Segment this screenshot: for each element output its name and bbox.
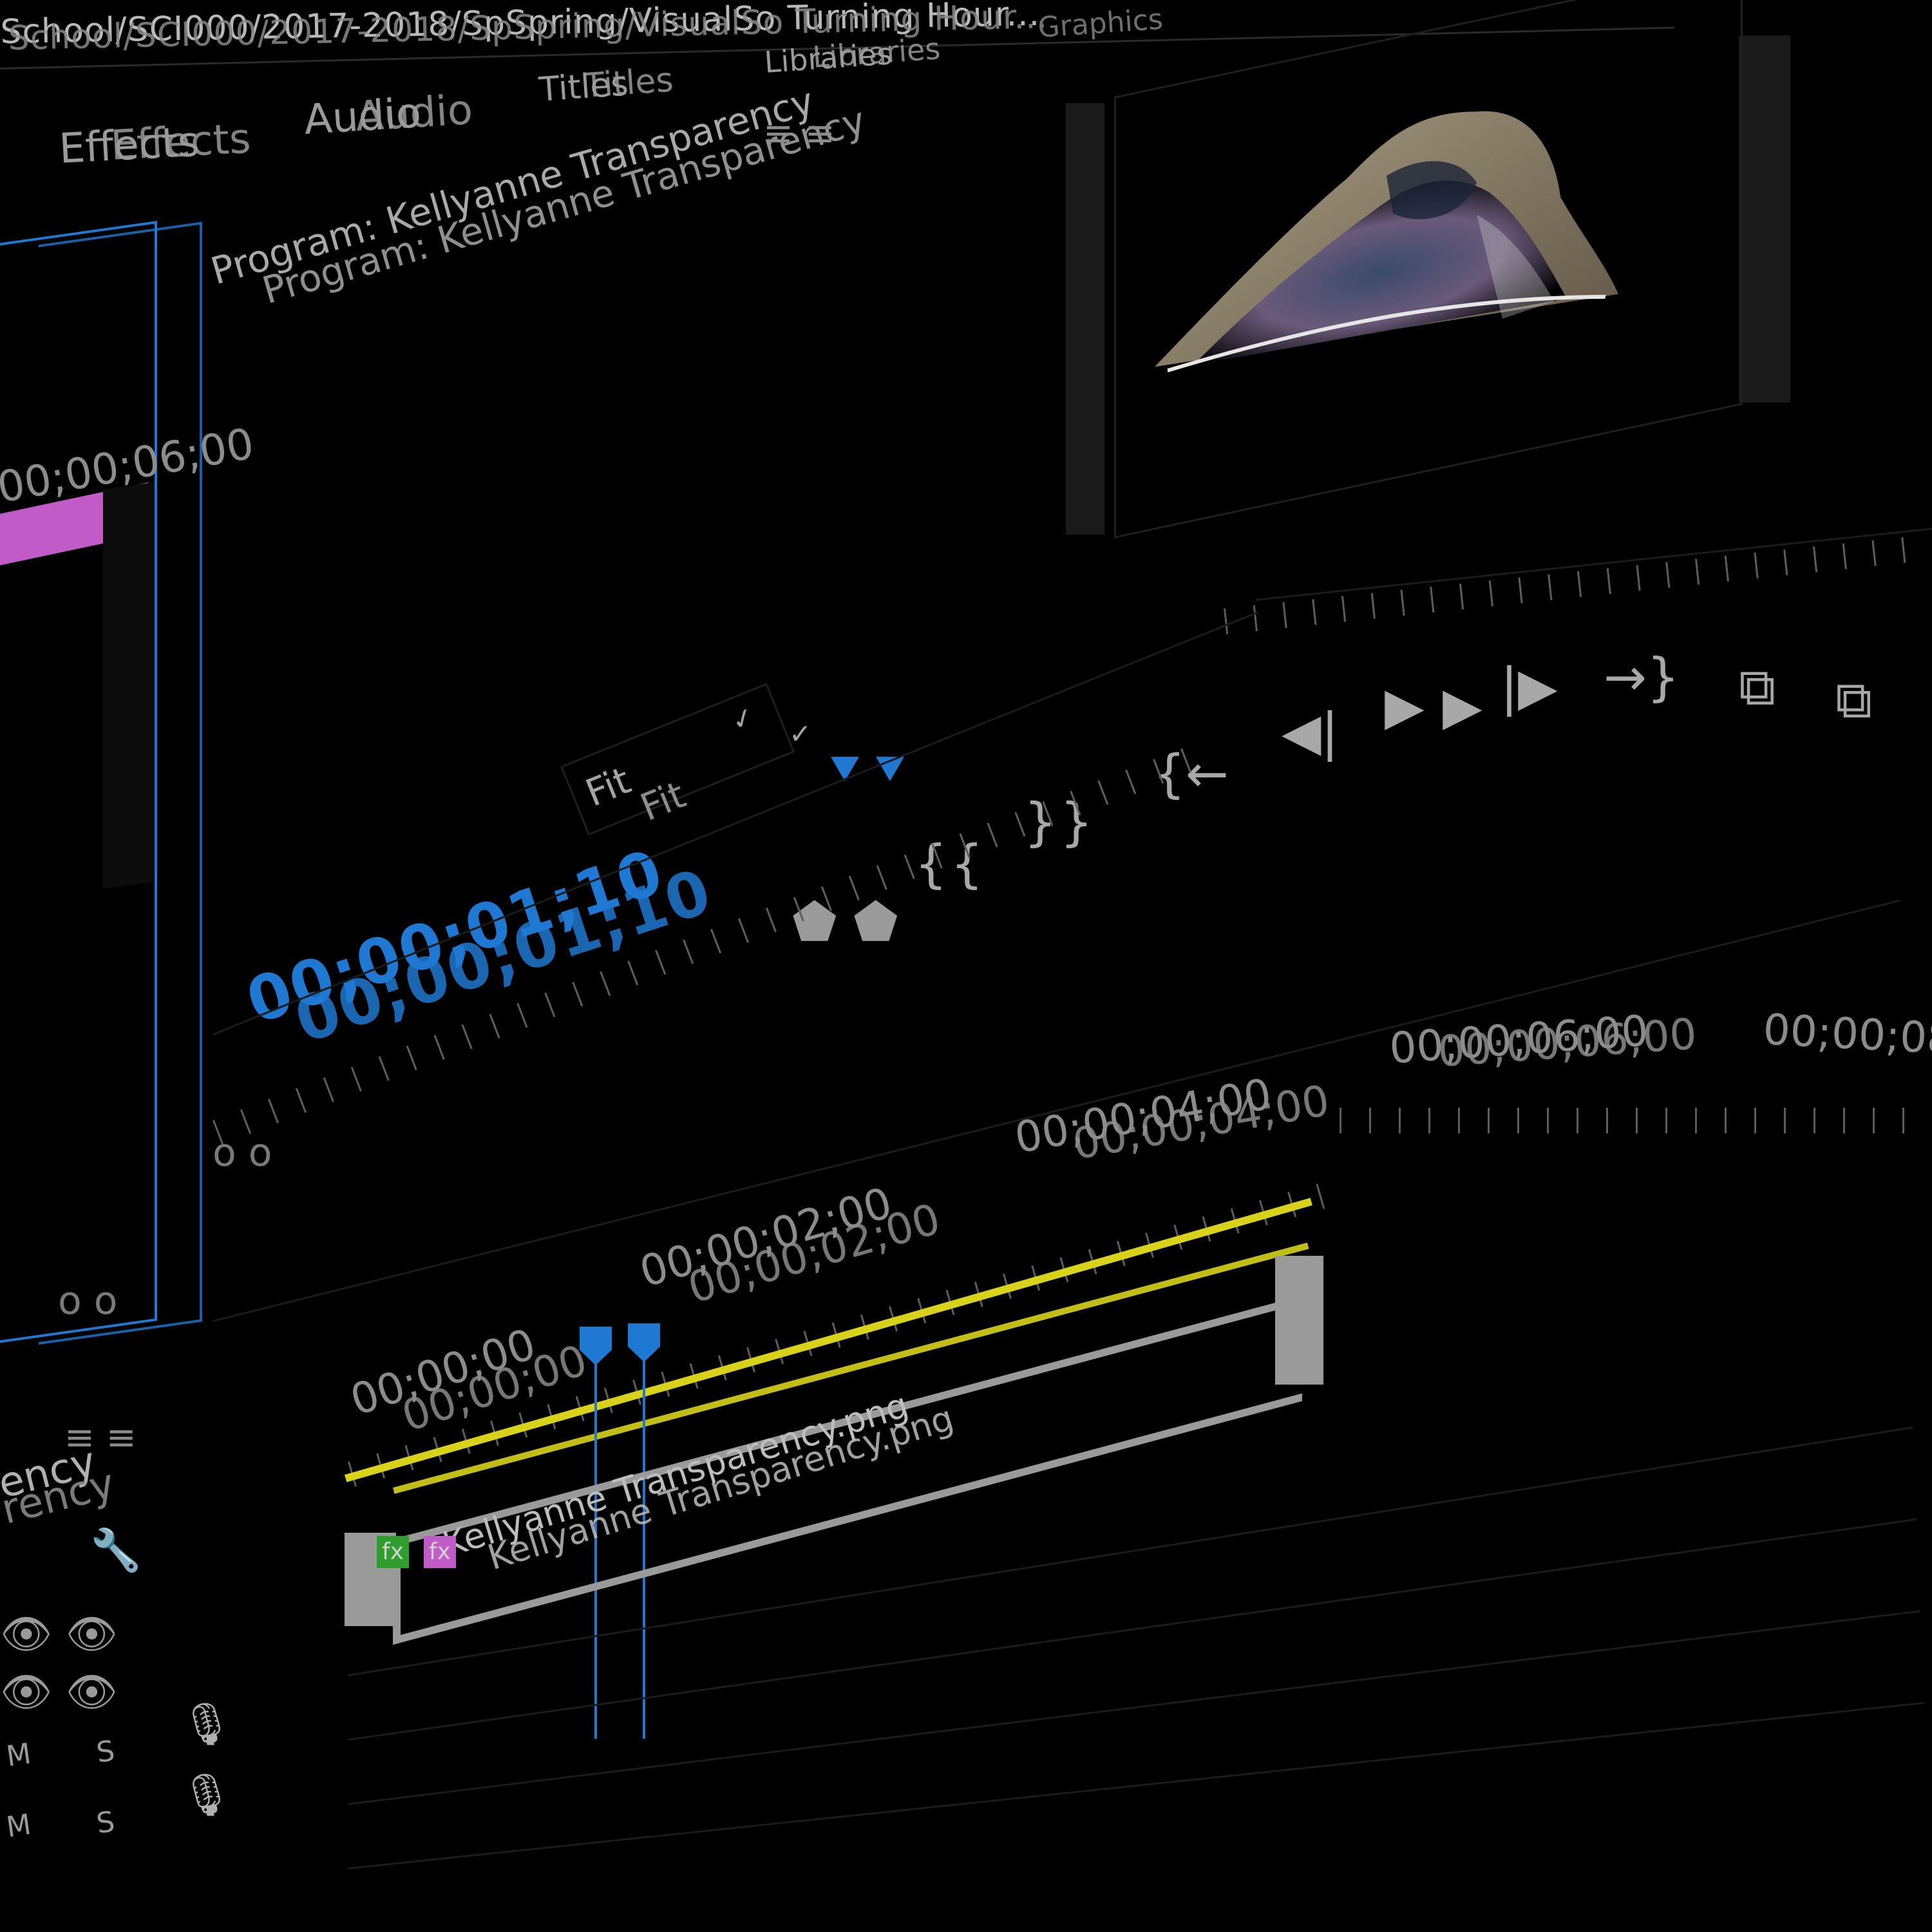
chevron-down-icon-ghost: ✓ xyxy=(789,718,812,750)
play-button-ghost: ▶ xyxy=(1443,676,1482,736)
timeline-ruler-tc-8: 00;00;08;00 xyxy=(1761,1005,1932,1068)
tab-audio-ghost: Audio xyxy=(354,86,475,141)
audio-track-solo[interactable]: S xyxy=(95,1734,117,1769)
track-separator-3 xyxy=(348,1610,1921,1805)
program-time-ruler-right[interactable] xyxy=(1224,535,1931,634)
tab-graphics[interactable]: Graphics xyxy=(1037,3,1164,44)
program-monitor-viewport[interactable] xyxy=(1114,0,1743,538)
microphone-icon[interactable]: 🎙 xyxy=(180,1700,232,1748)
audio-track-2-solo[interactable]: S xyxy=(95,1805,117,1840)
go-to-out-button[interactable]: →} xyxy=(1604,647,1680,707)
zoom-level-value: Fit xyxy=(579,758,637,815)
sequence-menu-icon[interactable]: ≡ ≡ xyxy=(64,1417,137,1459)
program-zoom-handles[interactable]: o o xyxy=(213,1130,272,1175)
audio-track-2-mute[interactable]: M xyxy=(5,1808,33,1844)
program-panel-menu-icon[interactable]: ≡ ≡ xyxy=(763,113,835,155)
clip-right-edge[interactable] xyxy=(1275,1256,1323,1385)
chevron-down-icon: ✓ xyxy=(726,699,759,738)
eye-icon[interactable]: 👁 👁 xyxy=(0,1610,118,1658)
source-zoom-handles[interactable]: o o xyxy=(58,1278,118,1323)
play-button[interactable]: ▶ xyxy=(1385,676,1425,736)
source-scrollbar[interactable] xyxy=(103,482,155,889)
fx-badge-ghost: fx xyxy=(424,1536,456,1568)
program-frame-image xyxy=(1155,111,1618,373)
tab-effects-ghost: Effects xyxy=(109,115,252,170)
timeline-ruler-right[interactable] xyxy=(1340,1108,1932,1133)
playhead-marker-icon-ghost: ⯆ xyxy=(869,741,911,800)
microphone-icon-2[interactable]: 🎙 xyxy=(180,1771,232,1819)
monitor-frame-right xyxy=(1739,35,1790,402)
wrench-icon[interactable]: 🔧 xyxy=(90,1526,142,1575)
track-separator-4 xyxy=(348,1701,1924,1870)
monitor-frame-left xyxy=(1066,103,1104,535)
step-forward-button[interactable]: |▶ xyxy=(1501,657,1557,717)
tab-titles-ghost: Titles xyxy=(583,61,675,106)
playhead-marker-icon[interactable]: ⯆ xyxy=(824,741,866,801)
panel-divider xyxy=(213,611,1258,1036)
audio-track-mute[interactable]: M xyxy=(5,1738,33,1774)
overwrite-button[interactable]: ⧉ xyxy=(1835,670,1872,730)
step-back-button[interactable]: ◀| xyxy=(1282,702,1338,762)
insert-button[interactable]: ⧉ xyxy=(1739,657,1776,717)
eye-icon-2[interactable]: 👁 👁 xyxy=(0,1668,118,1716)
fx-badge[interactable]: fx xyxy=(377,1536,409,1568)
premiere-workspace: { "window": { "path_title": "School/SCI0… xyxy=(0,0,1932,1932)
